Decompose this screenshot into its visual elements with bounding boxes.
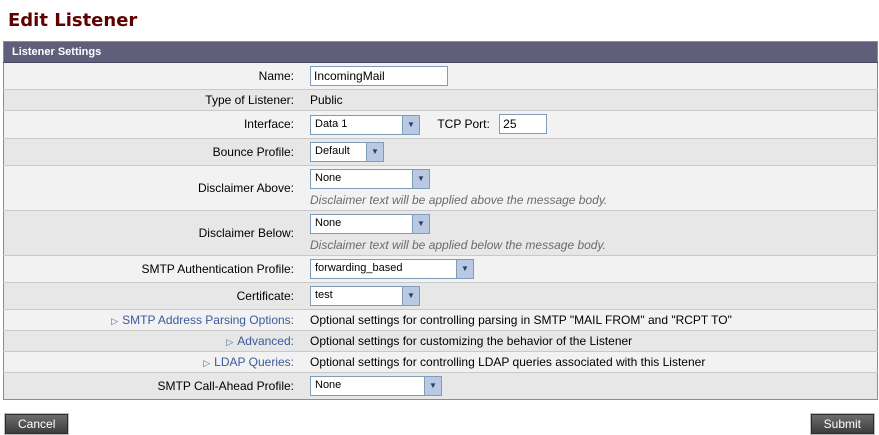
footer-actions: Cancel Submit — [2, 412, 877, 435]
interface-label: Interface: — [243, 117, 294, 132]
page: Edit Listener Listener Settings Name: Ty… — [0, 0, 879, 435]
tcp-port-input[interactable] — [499, 114, 548, 134]
type-of-listener-value: Public — [310, 93, 343, 107]
chevron-down-icon: ▼ — [412, 214, 429, 233]
table-row: ▷ LDAP Queries: Optional settings for con… — [3, 350, 878, 373]
table-row: Name: — [3, 62, 878, 90]
smtp-auth-profile-label: SMTP Authentication Profile: — [141, 261, 294, 276]
advanced-desc: Optional settings for customizing the be… — [310, 333, 633, 348]
page-title: Edit Listener — [8, 10, 138, 31]
ldap-queries-link[interactable]: LDAP Queries: — [214, 355, 294, 369]
table-row: SMTP Call-Ahead Profile: None ▼ — [3, 371, 878, 400]
interface-select[interactable]: Data 1 ▼ — [310, 114, 420, 135]
smtp-address-parsing-link[interactable]: SMTP Address Parsing Options: — [122, 313, 294, 327]
disclaimer-above-note: Disclaimer text will be applied above th… — [310, 192, 608, 207]
expand-triangle-icon: ▷ — [226, 336, 234, 347]
table-row: ▷ Advanced: Optional settings for customi… — [3, 329, 878, 352]
smtp-call-ahead-label: SMTP Call-Ahead Profile: — [157, 378, 295, 393]
ldap-queries-desc: Optional settings for controlling LDAP q… — [310, 354, 706, 369]
table-row: Disclaimer Below: None ▼ Disclaimer text… — [3, 209, 878, 256]
table-row: ▷ SMTP Address Parsing Options: Optional … — [3, 308, 878, 331]
tcp-port-label: TCP Port: — [437, 117, 490, 131]
table-row: Bounce Profile: Default ▼ — [3, 137, 878, 166]
expand-triangle-icon: ▷ — [203, 357, 211, 368]
bounce-profile-select[interactable]: Default ▼ — [310, 141, 384, 162]
listener-settings-table: Listener Settings Name: Type of Listener… — [3, 41, 878, 400]
smtp-auth-profile-select[interactable]: forwarding_based ▼ — [310, 258, 474, 279]
type-of-listener-label: Type of Listener: — [205, 93, 294, 107]
disclaimer-below-select[interactable]: None ▼ — [310, 213, 430, 234]
disclaimer-above-select[interactable]: None ▼ — [310, 168, 430, 189]
disclaimer-above-label: Disclaimer Above: — [197, 180, 294, 195]
advanced-link[interactable]: Advanced: — [237, 334, 294, 348]
certificate-label: Certificate: — [236, 288, 294, 303]
certificate-select[interactable]: test ▼ — [310, 285, 420, 306]
smtp-address-parsing-desc: Optional settings for controlling parsin… — [310, 312, 732, 327]
expand-triangle-icon: ▷ — [111, 315, 119, 326]
table-row: Disclaimer Above: None ▼ Disclaimer text… — [3, 164, 878, 211]
table-row: SMTP Authentication Profile: forwarding_… — [3, 254, 878, 283]
chevron-down-icon: ▼ — [402, 115, 419, 134]
chevron-down-icon: ▼ — [402, 286, 419, 305]
name-label: Name: — [258, 69, 294, 83]
panel-header-row: Listener Settings — [3, 41, 878, 63]
chevron-down-icon: ▼ — [412, 169, 429, 188]
table-row: Type of Listener: Public — [3, 89, 878, 111]
panel-header: Listener Settings — [3, 41, 878, 63]
table-row: Interface: Data 1 ▼ TCP Port: — [3, 110, 878, 139]
table-row: Certificate: test ▼ — [3, 281, 878, 310]
chevron-down-icon: ▼ — [366, 142, 383, 161]
cancel-button[interactable]: Cancel — [3, 412, 70, 435]
disclaimer-below-label: Disclaimer Below: — [198, 225, 294, 240]
smtp-call-ahead-select[interactable]: None ▼ — [310, 375, 442, 396]
disclaimer-below-note: Disclaimer text will be applied below th… — [310, 237, 606, 252]
chevron-down-icon: ▼ — [456, 259, 473, 278]
submit-button[interactable]: Submit — [809, 412, 876, 435]
chevron-down-icon: ▼ — [424, 376, 441, 395]
bounce-profile-label: Bounce Profile: — [212, 144, 294, 159]
name-input[interactable] — [310, 66, 448, 86]
